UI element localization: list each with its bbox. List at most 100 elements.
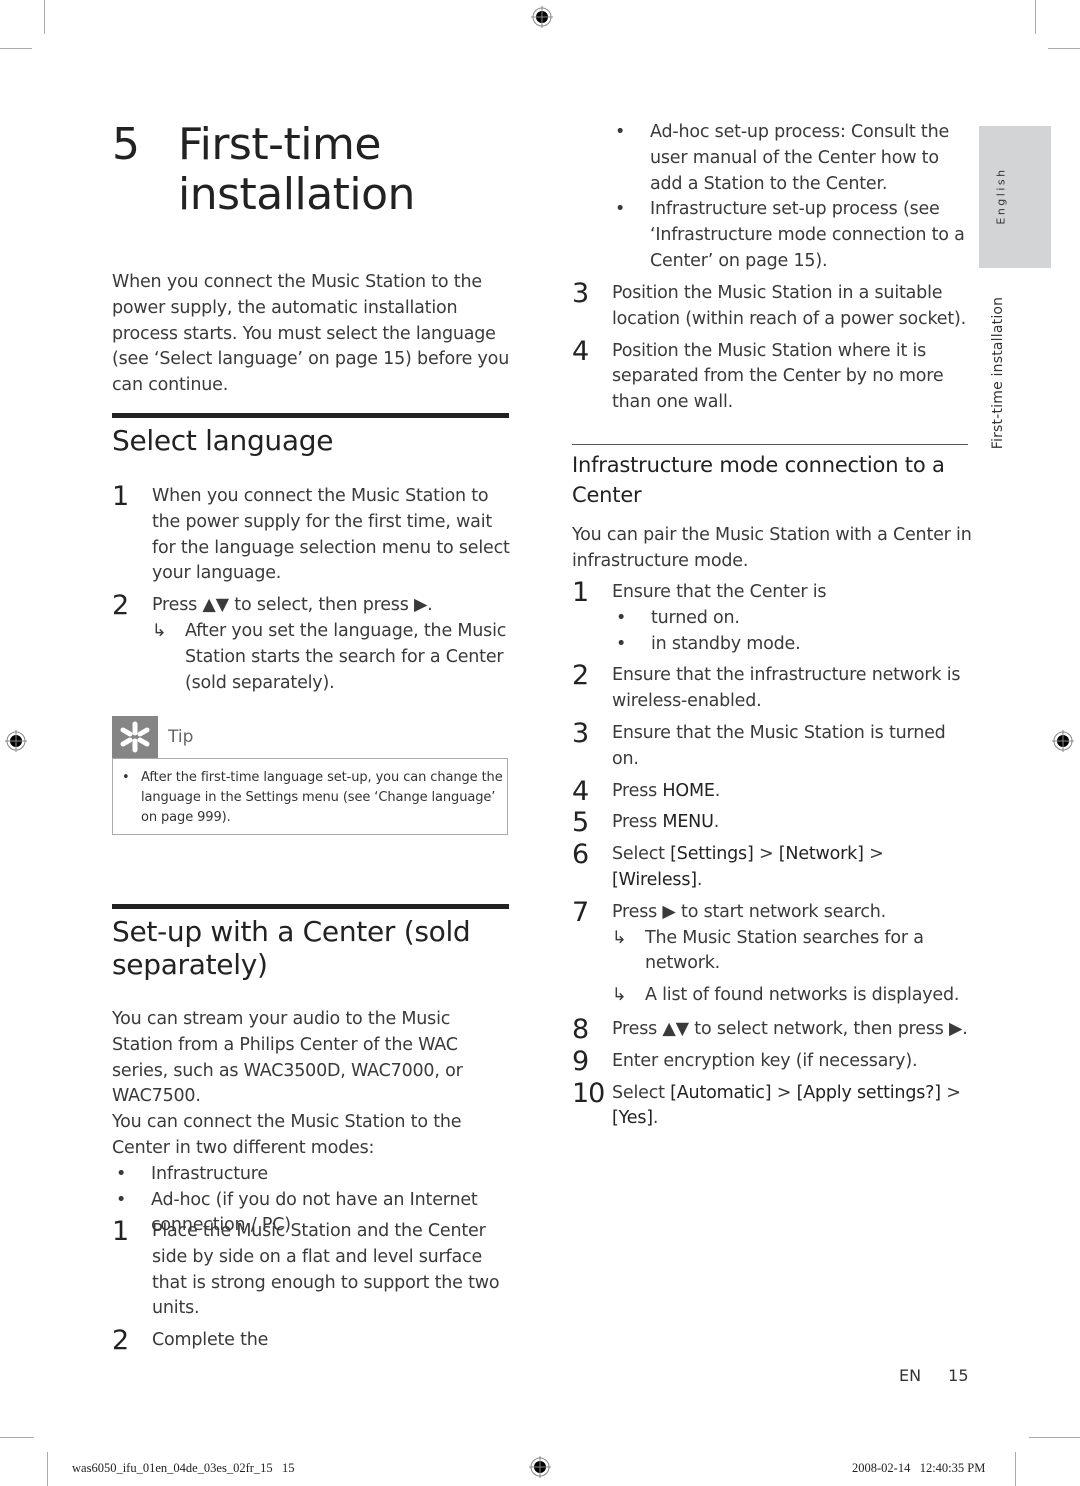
step-text: Select	[612, 1082, 671, 1103]
result-text: A list of found networks is displayed.	[645, 985, 960, 1006]
section-heading-select-language: Select language	[112, 424, 334, 457]
step-result: ↳ A list of found networks is displayed.	[612, 983, 972, 1009]
select-language-steps: 1 When you connect the Music Station to …	[112, 481, 512, 702]
step: 1 Place the Music Station and the Center…	[112, 1217, 512, 1322]
crop-mark	[0, 48, 32, 49]
crop-mark	[1015, 1452, 1016, 1486]
step-number: 1	[572, 577, 589, 608]
step: 3 Ensure that the Music Station is turne…	[572, 717, 972, 773]
bullet-text: Infrastructure set-up process (see ‘Infr…	[650, 199, 965, 271]
step-number: 2	[112, 590, 129, 622]
chapter-number: 5	[112, 119, 140, 170]
setup-center-steps-cont: 3 Position the Music Station in a suitab…	[572, 279, 972, 422]
result-arrow-icon: ↳	[152, 620, 167, 641]
asterisk-tip-icon	[112, 716, 158, 758]
step-number: 8	[572, 1013, 589, 1045]
result-text: After you set the language, the Music St…	[185, 620, 507, 693]
separator: >	[753, 844, 779, 865]
punctuation: .	[652, 1108, 659, 1129]
setup-continued-bullets: • Ad-hoc set-up process: Consult the user…	[611, 120, 966, 275]
step: 8 Press ▲▼ to select network, then press…	[572, 1013, 972, 1045]
key-label: HOME	[662, 780, 715, 801]
tip-label: Tip	[168, 727, 194, 747]
section-rule	[112, 413, 509, 418]
menu-path: [Network]	[778, 844, 864, 865]
result-arrow-icon: ↳	[612, 927, 627, 948]
step-text: Press	[612, 780, 663, 801]
page-footer: EN 15	[899, 1366, 969, 1385]
bullet-item: • Ad-hoc set-up process: Consult the user…	[611, 120, 966, 197]
crop-mark	[47, 1452, 48, 1486]
infrastructure-intro: You can pair the Music Station with a Ce…	[572, 525, 972, 571]
step: 2 Complete the	[112, 1325, 512, 1357]
step-number: 7	[572, 896, 589, 928]
bullet: •	[122, 770, 130, 785]
step-text: Press ▶ to start network search.	[612, 901, 887, 922]
step-number: 2	[112, 1325, 129, 1357]
language-tab-label: English	[994, 167, 1008, 225]
step-text: Ensure that the infrastructure network i…	[612, 665, 961, 712]
step-number: 6	[572, 839, 589, 871]
separator: >	[940, 1082, 961, 1103]
menu-path: [Settings]	[670, 844, 754, 865]
step-text: Complete the	[152, 1330, 269, 1351]
step-number: 10	[572, 1077, 605, 1109]
step-text: Press	[612, 812, 663, 833]
crop-mark	[1048, 48, 1080, 49]
step-text: When you connect the Music Station to th…	[152, 486, 510, 584]
bullet: •	[116, 1189, 127, 1210]
step: 4 Press HOME.	[572, 776, 972, 806]
bullet: •	[615, 122, 626, 142]
bullet: •	[616, 633, 627, 654]
mode-item: • Infrastructure	[112, 1162, 512, 1188]
step-text: Enter encryption key (if necessary).	[612, 1050, 918, 1071]
step-text: Press ▲▼ to select network, then press ▶…	[612, 1018, 968, 1039]
separator: >	[771, 1082, 797, 1103]
punctuation: .	[713, 812, 720, 833]
bullet-item: • turned on.	[612, 606, 972, 632]
bullet: •	[615, 199, 626, 220]
step: 10 Select [Automatic] > [Apply settings?…	[572, 1077, 972, 1133]
step-number: 4	[572, 335, 589, 367]
registration-mark-icon	[5, 730, 27, 752]
key-label: MENU	[662, 812, 714, 833]
step-number: 9	[572, 1045, 589, 1077]
result-text: The Music Station searches for a network…	[645, 927, 924, 974]
tip-text: After the first-time language set-up, yo…	[141, 770, 503, 825]
crop-mark	[1029, 1437, 1080, 1438]
subsection-heading-infrastructure: Infrastructure mode connection to a Cent…	[572, 453, 945, 507]
page-number: 15	[948, 1366, 969, 1385]
setup-paragraph: You can connect the Music Station to the…	[112, 1112, 462, 1158]
step-text: Select	[612, 844, 671, 865]
infrastructure-steps: 1 Ensure that the Center is • turned on. …	[572, 577, 972, 1138]
bullet: •	[116, 1163, 127, 1184]
registration-mark-icon	[1052, 730, 1074, 752]
bullet: •	[616, 607, 627, 628]
setup-center-body: You can stream your audio to the Music S…	[112, 1007, 512, 1239]
step-number: 1	[112, 481, 129, 512]
section-heading-setup-center: Set-up with a Center (sold separately)	[112, 915, 471, 981]
chapter-heading: 5 First-time installation	[112, 120, 542, 230]
mode-text: Infrastructure	[151, 1163, 268, 1184]
setup-paragraph: You can stream your audio to the Music S…	[112, 1009, 463, 1107]
step-text: Ensure that the Center is	[612, 582, 827, 602]
bullet-text: in standby mode.	[651, 633, 801, 654]
crop-mark	[44, 0, 45, 34]
step-text: Position the Music Station where it is s…	[612, 340, 944, 413]
intro-paragraph: When you connect the Music Station to th…	[112, 272, 510, 396]
step-number: 3	[572, 717, 589, 749]
section-rule	[112, 904, 509, 909]
step-result: ↳ The Music Station searches for a netwo…	[612, 926, 972, 978]
menu-path: [Automatic]	[670, 1082, 772, 1103]
step: 2 Press ▲▼ to select, then press ▶. ↳ Af…	[112, 590, 512, 696]
menu-path: [Yes]	[612, 1108, 653, 1129]
bullet-text: turned on.	[651, 607, 740, 628]
step-number: 5	[572, 807, 589, 839]
menu-path: [Wireless]	[612, 869, 697, 890]
setup-center-steps: 1 Place the Music Station and the Center…	[112, 1217, 512, 1360]
step: 1 Ensure that the Center is • turned on. …	[572, 577, 972, 657]
bullet-item: • Infrastructure set-up process (see ‘Inf…	[611, 197, 966, 274]
step: 1 When you connect the Music Station to …	[112, 481, 512, 587]
step: 3 Position the Music Station in a suitab…	[572, 279, 972, 333]
step-number: 2	[572, 660, 589, 692]
